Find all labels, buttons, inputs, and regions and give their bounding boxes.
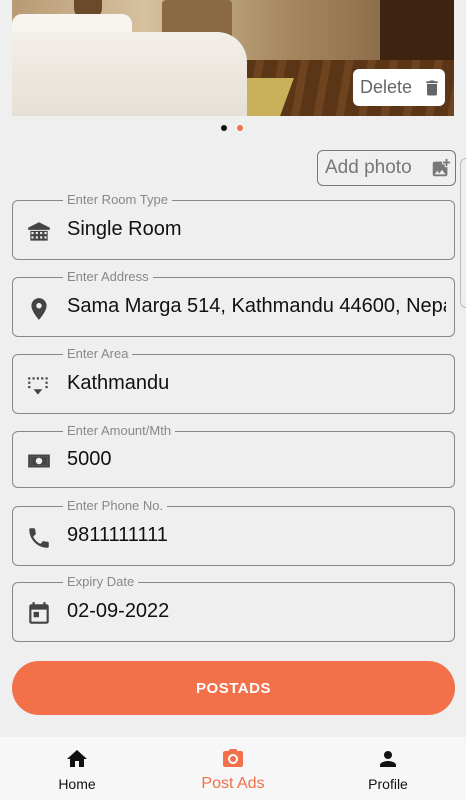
phone-field[interactable]: Enter Phone No. 9811111111	[12, 498, 455, 566]
home-icon	[67, 750, 87, 767]
camera-icon	[223, 749, 243, 767]
carousel-dot-1[interactable]	[221, 125, 227, 131]
amount-label: Enter Amount/Mth	[63, 423, 176, 438]
carousel-dots	[221, 125, 243, 131]
add-photo-label: Add photo	[325, 157, 412, 178]
location-pin-icon	[31, 298, 47, 320]
nav-label-post-ads: Post Ads	[201, 775, 265, 792]
nav-label-profile: Profile	[368, 776, 408, 792]
nav-item-home[interactable]: Home	[52, 737, 102, 800]
person-icon	[380, 751, 396, 767]
calendar-icon	[29, 602, 49, 624]
photo-bed	[12, 32, 247, 116]
area-icon	[28, 377, 48, 395]
scroll-edge	[460, 158, 466, 308]
expiry-date-input[interactable]: 02-09-2022	[67, 600, 446, 623]
bottom-navigation: Home Post Ads Profile	[0, 737, 466, 800]
phone-label: Enter Phone No.	[63, 498, 168, 513]
address-input[interactable]: Sama Marga 514, Kathmandu 44600, Nepal	[67, 295, 446, 318]
nav-item-post-ads[interactable]: Post Ads	[193, 737, 273, 800]
add-image-icon	[432, 158, 450, 177]
nav-item-profile[interactable]: Profile	[362, 737, 414, 800]
phone-icon	[29, 528, 49, 548]
amount-input[interactable]: 5000	[67, 448, 446, 471]
money-icon	[28, 454, 50, 468]
trash-icon	[426, 80, 438, 95]
area-field[interactable]: Enter Area Kathmandu	[12, 346, 455, 414]
delete-label: Delete	[360, 77, 413, 97]
room-type-field[interactable]: Enter Room Type Single Room	[12, 192, 455, 260]
building-icon	[28, 222, 50, 241]
area-label: Enter Area	[63, 346, 133, 361]
post-ads-button-label: POSTADS	[196, 679, 271, 697]
add-photo-button[interactable]: Add photo	[317, 150, 456, 186]
area-input[interactable]: Kathmandu	[67, 372, 446, 395]
address-label: Enter Address	[63, 269, 153, 284]
carousel-dot-2[interactable]	[237, 125, 243, 131]
address-field[interactable]: Enter Address Sama Marga 514, Kathmandu …	[12, 269, 455, 337]
post-ads-button[interactable]: POSTADS	[12, 661, 455, 715]
expiry-date-label: Expiry Date	[63, 574, 139, 589]
room-type-input[interactable]: Single Room	[67, 218, 446, 241]
expiry-date-field[interactable]: Expiry Date 02-09-2022	[12, 574, 455, 642]
room-type-label: Enter Room Type	[63, 192, 172, 207]
delete-photo-button[interactable]: Delete	[353, 69, 445, 106]
phone-input[interactable]: 9811111111	[67, 524, 446, 547]
nav-label-home: Home	[58, 776, 96, 792]
amount-field[interactable]: Enter Amount/Mth 5000	[12, 423, 455, 488]
